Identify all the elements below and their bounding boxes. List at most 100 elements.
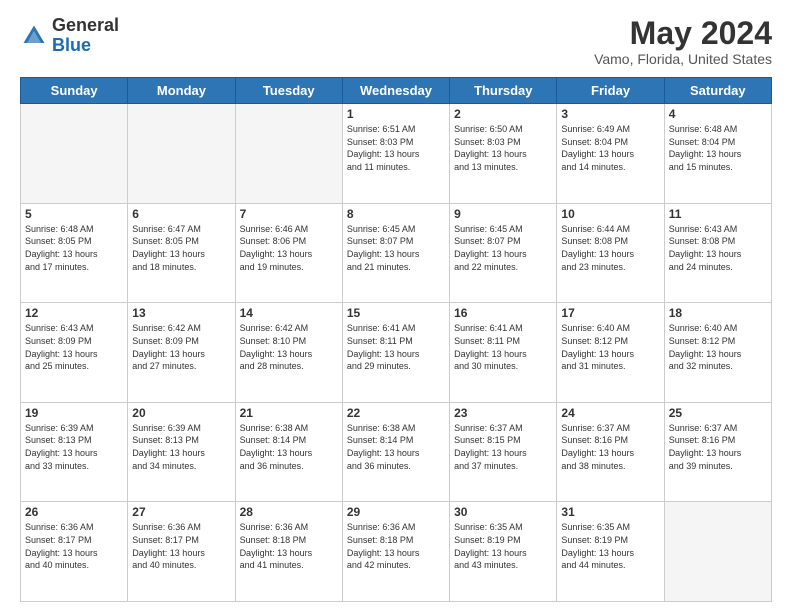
day-info: Sunrise: 6:37 AM Sunset: 8:15 PM Dayligh… [454,422,552,472]
day-info: Sunrise: 6:48 AM Sunset: 8:05 PM Dayligh… [25,223,123,273]
logo: General Blue [20,16,119,56]
calendar-day-cell [235,104,342,204]
calendar-day-cell: 22Sunrise: 6:38 AM Sunset: 8:14 PM Dayli… [342,402,449,502]
calendar-day-cell [664,502,771,602]
day-info: Sunrise: 6:51 AM Sunset: 8:03 PM Dayligh… [347,123,445,173]
day-info: Sunrise: 6:49 AM Sunset: 8:04 PM Dayligh… [561,123,659,173]
day-of-week-header: Friday [557,78,664,104]
calendar-day-cell: 29 Sunrise: 6:36 AM Sunset: 8:18 PM Dayli… [342,502,449,602]
day-info: Sunrise: 6:42 AM Sunset: 8:09 PM Dayligh… [132,322,230,372]
calendar: SundayMondayTuesdayWednesdayThursdayFrid… [20,77,772,602]
calendar-day-cell: 24 Sunrise: 6:37 AM Sunset: 8:16 PM Dayli… [557,402,664,502]
day-number: 29 [347,505,445,519]
calendar-day-cell: 9 Sunrise: 6:45 AM Sunset: 8:07 PM Daylig… [450,203,557,303]
page: General Blue May 2024 Vamo, Florida, Uni… [0,0,792,612]
day-number: 31 [561,505,659,519]
day-info: Sunrise: 6:50 AM Sunset: 8:03 PM Dayligh… [454,123,552,173]
calendar-day-cell: 12 Sunrise: 6:43 AM Sunset: 8:09 PM Dayli… [21,303,128,403]
day-of-week-header: Sunday [21,78,128,104]
day-number: 4 [669,107,767,121]
day-info: Sunrise: 6:36 AM Sunset: 8:18 PM Dayligh… [240,521,338,571]
day-info: Sunrise: 6:37 AM Sunset: 8:16 PM Dayligh… [669,422,767,472]
day-number: 11 [669,207,767,221]
calendar-day-cell: 26 Sunrise: 6:36 AM Sunset: 8:17 PM Dayli… [21,502,128,602]
day-number: 9 [454,207,552,221]
day-number: 25 [669,406,767,420]
calendar-day-cell [128,104,235,204]
day-info: Sunrise: 6:40 AM Sunset: 8:12 PM Dayligh… [561,322,659,372]
calendar-day-cell: 15 Sunrise: 6:41 AM Sunset: 8:11 PM Dayli… [342,303,449,403]
day-of-week-header: Tuesday [235,78,342,104]
calendar-day-cell: 2 Sunrise: 6:50 AM Sunset: 8:03 PM Daylig… [450,104,557,204]
day-info: Sunrise: 6:43 AM Sunset: 8:09 PM Dayligh… [25,322,123,372]
day-of-week-header: Monday [128,78,235,104]
calendar-day-cell: 17Sunrise: 6:40 AM Sunset: 8:12 PM Dayli… [557,303,664,403]
header-right: May 2024 Vamo, Florida, United States [594,16,772,67]
calendar-day-cell: 18Sunrise: 6:40 AM Sunset: 8:12 PM Dayli… [664,303,771,403]
day-info: Sunrise: 6:47 AM Sunset: 8:05 PM Dayligh… [132,223,230,273]
calendar-week-row: 5Sunrise: 6:48 AM Sunset: 8:05 PM Daylig… [21,203,772,303]
day-info: Sunrise: 6:46 AM Sunset: 8:06 PM Dayligh… [240,223,338,273]
calendar-day-cell: 25 Sunrise: 6:37 AM Sunset: 8:16 PM Dayli… [664,402,771,502]
day-info: Sunrise: 6:36 AM Sunset: 8:17 PM Dayligh… [132,521,230,571]
day-info: Sunrise: 6:41 AM Sunset: 8:11 PM Dayligh… [454,322,552,372]
day-number: 24 [561,406,659,420]
month-title: May 2024 [594,16,772,51]
day-info: Sunrise: 6:45 AM Sunset: 8:07 PM Dayligh… [454,223,552,273]
day-info: Sunrise: 6:45 AM Sunset: 8:07 PM Dayligh… [347,223,445,273]
day-number: 10 [561,207,659,221]
day-info: Sunrise: 6:35 AM Sunset: 8:19 PM Dayligh… [561,521,659,571]
day-info: Sunrise: 6:37 AM Sunset: 8:16 PM Dayligh… [561,422,659,472]
day-info: Sunrise: 6:39 AM Sunset: 8:13 PM Dayligh… [25,422,123,472]
logo-blue-text: Blue [52,35,91,55]
day-number: 16 [454,306,552,320]
logo-icon [20,22,48,50]
day-number: 30 [454,505,552,519]
calendar-day-cell: 31 Sunrise: 6:35 AM Sunset: 8:19 PM Dayli… [557,502,664,602]
day-info: Sunrise: 6:44 AM Sunset: 8:08 PM Dayligh… [561,223,659,273]
location: Vamo, Florida, United States [594,51,772,67]
day-number: 2 [454,107,552,121]
day-number: 19 [25,406,123,420]
calendar-day-cell: 16 Sunrise: 6:41 AM Sunset: 8:11 PM Dayli… [450,303,557,403]
logo-text: General Blue [52,16,119,56]
day-number: 28 [240,505,338,519]
day-number: 13 [132,306,230,320]
calendar-day-cell: 1Sunrise: 6:51 AM Sunset: 8:03 PM Daylig… [342,104,449,204]
day-number: 23 [454,406,552,420]
calendar-week-row: 1Sunrise: 6:51 AM Sunset: 8:03 PM Daylig… [21,104,772,204]
calendar-day-cell: 21Sunrise: 6:38 AM Sunset: 8:14 PM Dayli… [235,402,342,502]
day-number: 7 [240,207,338,221]
day-info: Sunrise: 6:42 AM Sunset: 8:10 PM Dayligh… [240,322,338,372]
calendar-day-cell: 11 Sunrise: 6:43 AM Sunset: 8:08 PM Dayli… [664,203,771,303]
calendar-day-cell: 3Sunrise: 6:49 AM Sunset: 8:04 PM Daylig… [557,104,664,204]
calendar-header-row: SundayMondayTuesdayWednesdayThursdayFrid… [21,78,772,104]
day-number: 8 [347,207,445,221]
calendar-week-row: 26 Sunrise: 6:36 AM Sunset: 8:17 PM Dayli… [21,502,772,602]
calendar-day-cell: 5Sunrise: 6:48 AM Sunset: 8:05 PM Daylig… [21,203,128,303]
calendar-day-cell: 19 Sunrise: 6:39 AM Sunset: 8:13 PM Dayli… [21,402,128,502]
day-info: Sunrise: 6:41 AM Sunset: 8:11 PM Dayligh… [347,322,445,372]
calendar-day-cell: 13 Sunrise: 6:42 AM Sunset: 8:09 PM Dayli… [128,303,235,403]
day-number: 20 [132,406,230,420]
day-info: Sunrise: 6:35 AM Sunset: 8:19 PM Dayligh… [454,521,552,571]
day-info: Sunrise: 6:36 AM Sunset: 8:17 PM Dayligh… [25,521,123,571]
day-info: Sunrise: 6:43 AM Sunset: 8:08 PM Dayligh… [669,223,767,273]
calendar-day-cell: 10 Sunrise: 6:44 AM Sunset: 8:08 PM Dayli… [557,203,664,303]
calendar-day-cell: 4 Sunrise: 6:48 AM Sunset: 8:04 PM Daylig… [664,104,771,204]
day-info: Sunrise: 6:38 AM Sunset: 8:14 PM Dayligh… [240,422,338,472]
day-number: 27 [132,505,230,519]
day-of-week-header: Saturday [664,78,771,104]
day-info: Sunrise: 6:48 AM Sunset: 8:04 PM Dayligh… [669,123,767,173]
calendar-day-cell: 8 Sunrise: 6:45 AM Sunset: 8:07 PM Daylig… [342,203,449,303]
day-number: 26 [25,505,123,519]
day-number: 14 [240,306,338,320]
day-number: 6 [132,207,230,221]
day-number: 15 [347,306,445,320]
day-number: 12 [25,306,123,320]
calendar-day-cell: 28 Sunrise: 6:36 AM Sunset: 8:18 PM Dayli… [235,502,342,602]
day-info: Sunrise: 6:40 AM Sunset: 8:12 PM Dayligh… [669,322,767,372]
calendar-body: 1Sunrise: 6:51 AM Sunset: 8:03 PM Daylig… [21,104,772,602]
day-info: Sunrise: 6:36 AM Sunset: 8:18 PM Dayligh… [347,521,445,571]
day-of-week-header: Wednesday [342,78,449,104]
